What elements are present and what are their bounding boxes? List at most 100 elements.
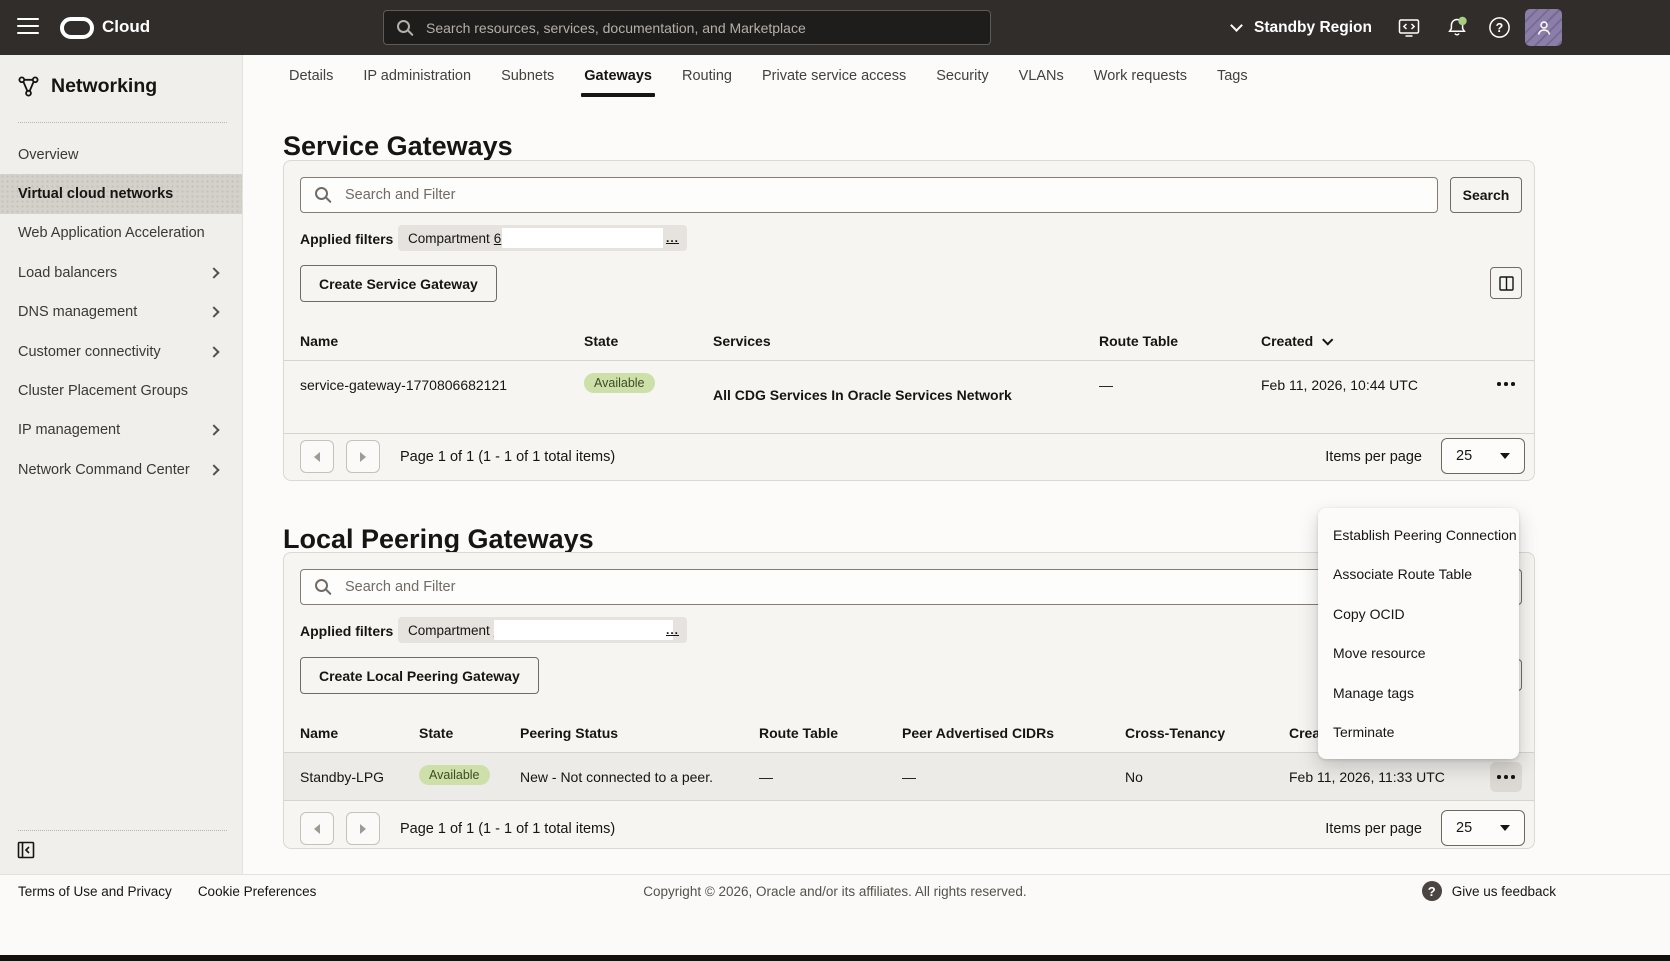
chip-more-link[interactable]: ... <box>666 623 679 637</box>
cell-created: Feb 11, 2026, 10:44 UTC <box>1261 377 1418 393</box>
sg-search-button[interactable]: Search <box>1450 177 1522 213</box>
sidebar-item-network-command-center[interactable]: Network Command Center <box>0 450 242 489</box>
chip-value[interactable]: 6 <box>494 231 502 246</box>
global-search-input[interactable] <box>424 12 984 43</box>
menu-item-associate-route-table[interactable]: Associate Route Table <box>1318 555 1519 595</box>
sg-table-row[interactable]: service-gateway-1770806682121 Available … <box>284 361 1534 434</box>
help-icon[interactable]: ? <box>1488 16 1511 44</box>
tab-work-requests[interactable]: Work requests <box>1079 55 1202 97</box>
copyright-text: Copyright © 2026, Oracle and/or its affi… <box>0 884 1670 899</box>
menu-item-establish-peering-connection[interactable]: Establish Peering Connection <box>1318 515 1519 555</box>
lpg-compartment-filter-chip[interactable]: Compartment 6 ... <box>398 617 687 643</box>
sg-compartment-filter-chip[interactable]: Compartment 6 ... <box>398 225 687 251</box>
cell-created: Feb 11, 2026, 11:33 UTC <box>1289 769 1445 785</box>
next-page-button[interactable] <box>346 440 380 473</box>
hamburger-menu-icon[interactable] <box>17 18 39 36</box>
tab-subnets[interactable]: Subnets <box>486 55 569 97</box>
chevron-right-icon <box>208 307 219 318</box>
sidebar-item-overview[interactable]: Overview <box>0 135 242 174</box>
cloud-shell-icon[interactable] <box>1398 17 1420 44</box>
menu-item-move-resource[interactable]: Move resource <box>1318 634 1519 674</box>
feedback-link[interactable]: Give us feedback <box>1452 884 1556 899</box>
previous-page-button[interactable] <box>300 440 334 473</box>
lpg-table-row[interactable]: Standby-LPG Available New - Not connecte… <box>284 753 1534 801</box>
cell-peering-status: New - Not connected to a peer. <box>520 769 713 785</box>
search-icon <box>397 20 410 33</box>
chevron-down-icon <box>1230 19 1243 32</box>
tab-vlans[interactable]: VLANs <box>1004 55 1079 97</box>
tab-routing[interactable]: Routing <box>667 55 747 97</box>
chevron-right-icon <box>208 267 219 278</box>
items-per-page-value: 25 <box>1456 820 1472 836</box>
service-gateways-title: Service Gateways <box>283 131 513 162</box>
divider <box>18 122 227 123</box>
notifications-bell-icon[interactable] <box>1446 16 1470 44</box>
row-actions-button[interactable] <box>1490 369 1522 399</box>
region-selector[interactable]: Standby Region <box>1232 0 1372 55</box>
previous-page-button[interactable] <box>300 812 334 845</box>
cell-peer-advertised-cidrs: — <box>902 769 916 785</box>
tab-details[interactable]: Details <box>274 55 348 97</box>
sidebar-item-ip-management[interactable]: IP management <box>0 411 242 450</box>
search-icon <box>315 187 328 200</box>
page-info-text: Page 1 of 1 (1 - 1 of 1 total items) <box>400 449 615 465</box>
create-service-gateway-button[interactable]: Create Service Gateway <box>300 265 497 302</box>
chip-more-link[interactable]: ... <box>666 231 679 245</box>
brand-title: Cloud <box>102 17 150 37</box>
cell-name: service-gateway-1770806682121 <box>300 377 507 393</box>
row-actions-button[interactable] <box>1490 762 1522 792</box>
create-local-peering-gateway-button[interactable]: Create Local Peering Gateway <box>300 657 539 694</box>
chip-label: Compartment <box>408 623 490 638</box>
sidebar-item-customer-connectivity[interactable]: Customer connectivity <box>0 332 242 371</box>
next-page-button[interactable] <box>346 812 380 845</box>
global-search[interactable] <box>383 10 991 45</box>
chevron-left-icon <box>314 452 320 462</box>
window-bottom-edge <box>0 955 1670 961</box>
oracle-logo[interactable] <box>60 17 94 39</box>
sidebar-nav: Overview Virtual cloud networks Web Appl… <box>0 135 242 490</box>
cell-cross-tenancy: No <box>1125 769 1143 785</box>
user-avatar[interactable] <box>1525 9 1562 46</box>
service-gateways-card: Search Applied filters Compartment 6 ...… <box>283 160 1535 481</box>
col-peering-status: Peering Status <box>520 725 618 741</box>
lpg-search-input[interactable] <box>343 571 1423 603</box>
sidebar-item-web-application-acceleration[interactable]: Web Application Acceleration <box>0 214 242 253</box>
status-badge: Available <box>419 765 490 785</box>
columns-icon <box>1499 276 1514 291</box>
col-state: State <box>584 333 618 349</box>
sg-search-input[interactable] <box>343 179 1423 211</box>
tab-tags[interactable]: Tags <box>1202 55 1263 97</box>
items-per-page-label: Items per page <box>1325 821 1422 837</box>
sidebar: Networking Overview Virtual cloud networ… <box>0 55 243 874</box>
ellipsis-icon <box>1490 369 1522 399</box>
chevron-right-icon <box>360 452 366 462</box>
tab-security[interactable]: Security <box>921 55 1003 97</box>
menu-item-copy-ocid[interactable]: Copy OCID <box>1318 594 1519 634</box>
cell-services[interactable]: All CDG Services In Oracle Services Netw… <box>713 387 1012 403</box>
col-created[interactable]: Created <box>1261 333 1331 349</box>
items-per-page-select[interactable]: 25 <box>1441 810 1525 846</box>
region-label: Standby Region <box>1254 19 1372 37</box>
footer-feedback[interactable]: ? Give us feedback <box>1422 881 1556 901</box>
chevron-right-icon <box>208 425 219 436</box>
lpg-applied-filters-label: Applied filters <box>300 623 393 639</box>
sg-table-header: Name State Services Route Table Created <box>284 325 1534 361</box>
menu-item-manage-tags[interactable]: Manage tags <box>1318 673 1519 713</box>
sidebar-item-load-balancers[interactable]: Load balancers <box>0 253 242 292</box>
items-per-page-select[interactable]: 25 <box>1441 438 1525 474</box>
sidebar-item-cluster-placement-groups[interactable]: Cluster Placement Groups <box>0 371 242 410</box>
sidebar-item-dns-management[interactable]: DNS management <box>0 293 242 332</box>
chevron-right-icon <box>360 824 366 834</box>
tab-ip-administration[interactable]: IP administration <box>348 55 486 97</box>
row-actions-context-menu: Establish Peering Connection Associate R… <box>1318 508 1519 759</box>
sg-search-filter[interactable] <box>300 177 1438 213</box>
person-icon <box>1534 18 1554 38</box>
menu-item-terminate[interactable]: Terminate <box>1318 713 1519 753</box>
collapse-sidebar-button[interactable] <box>17 841 35 864</box>
tab-private-service-access[interactable]: Private service access <box>747 55 921 97</box>
tab-gateways[interactable]: Gateways <box>569 55 667 97</box>
lpg-search-filter[interactable] <box>300 569 1438 605</box>
search-icon <box>315 579 328 592</box>
sg-column-settings-button[interactable] <box>1490 267 1522 299</box>
sidebar-item-virtual-cloud-networks[interactable]: Virtual cloud networks <box>0 174 242 213</box>
